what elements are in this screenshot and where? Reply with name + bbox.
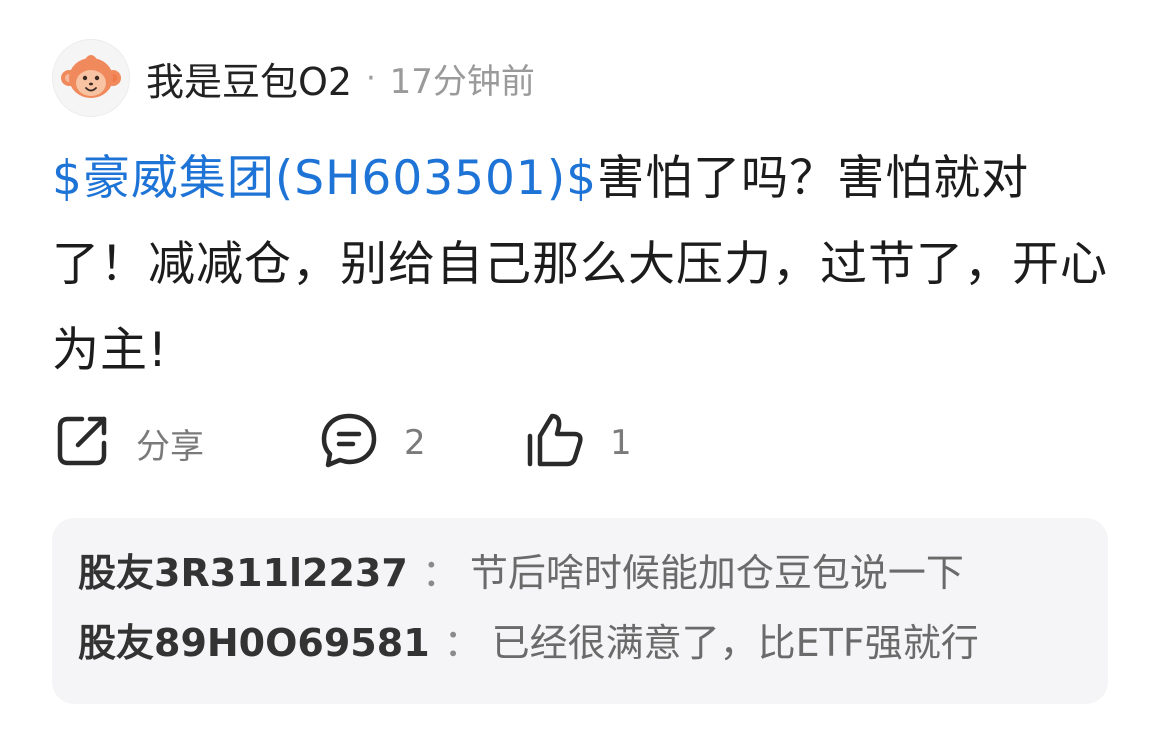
comment-item[interactable]: 股友3R311l2237 ：节后啥时候能加仓豆包说一下 xyxy=(78,538,1082,608)
share-button[interactable]: 分享 xyxy=(52,408,204,478)
share-icon xyxy=(52,411,112,475)
comment-text: 节后啥时候能加仓豆包说一下 xyxy=(469,551,964,595)
share-label: 分享 xyxy=(136,426,204,467)
post-time: 17分钟前 xyxy=(389,61,535,102)
like-count: 1 xyxy=(610,423,632,463)
comment-author[interactable]: 股友89H0O69581 xyxy=(78,621,430,665)
comment-item[interactable]: 股友89H0O69581 ：已经很满意了，比ETF强就行 xyxy=(78,608,1082,678)
comment-button[interactable]: 2 xyxy=(318,408,426,478)
separator-dot: · xyxy=(366,60,376,96)
stock-link[interactable]: $豪威集团(SH603501)$ xyxy=(52,151,597,206)
comment-icon xyxy=(318,410,380,476)
like-button[interactable]: 1 xyxy=(524,408,632,478)
action-bar: 分享 2 1 xyxy=(52,408,752,478)
thumbs-up-icon xyxy=(524,410,586,476)
post-header: 我是豆包O2 · 17分钟前 xyxy=(52,38,535,118)
comment-author[interactable]: 股友3R311l2237 xyxy=(78,551,408,595)
monkey-avatar-icon[interactable] xyxy=(52,39,130,117)
username[interactable]: 我是豆包O2 xyxy=(146,51,352,106)
comment-separator: ： xyxy=(443,621,482,665)
post-content: $豪威集团(SH603501)$害怕了吗？害怕就对了！减减仓，别给自己那么大压力… xyxy=(52,136,1112,394)
comment-text: 已经很满意了，比ETF强就行 xyxy=(491,621,979,665)
comments-preview[interactable]: 股友3R311l2237：节后啥时候能加仓豆包说一下 股友89H0O69581：… xyxy=(52,518,1108,704)
post-card: 我是豆包O2 · 17分钟前 $豪威集团(SH603501)$害怕了吗？害怕就对… xyxy=(0,0,1160,735)
comment-count: 2 xyxy=(404,423,426,463)
comment-separator: ： xyxy=(421,551,460,595)
